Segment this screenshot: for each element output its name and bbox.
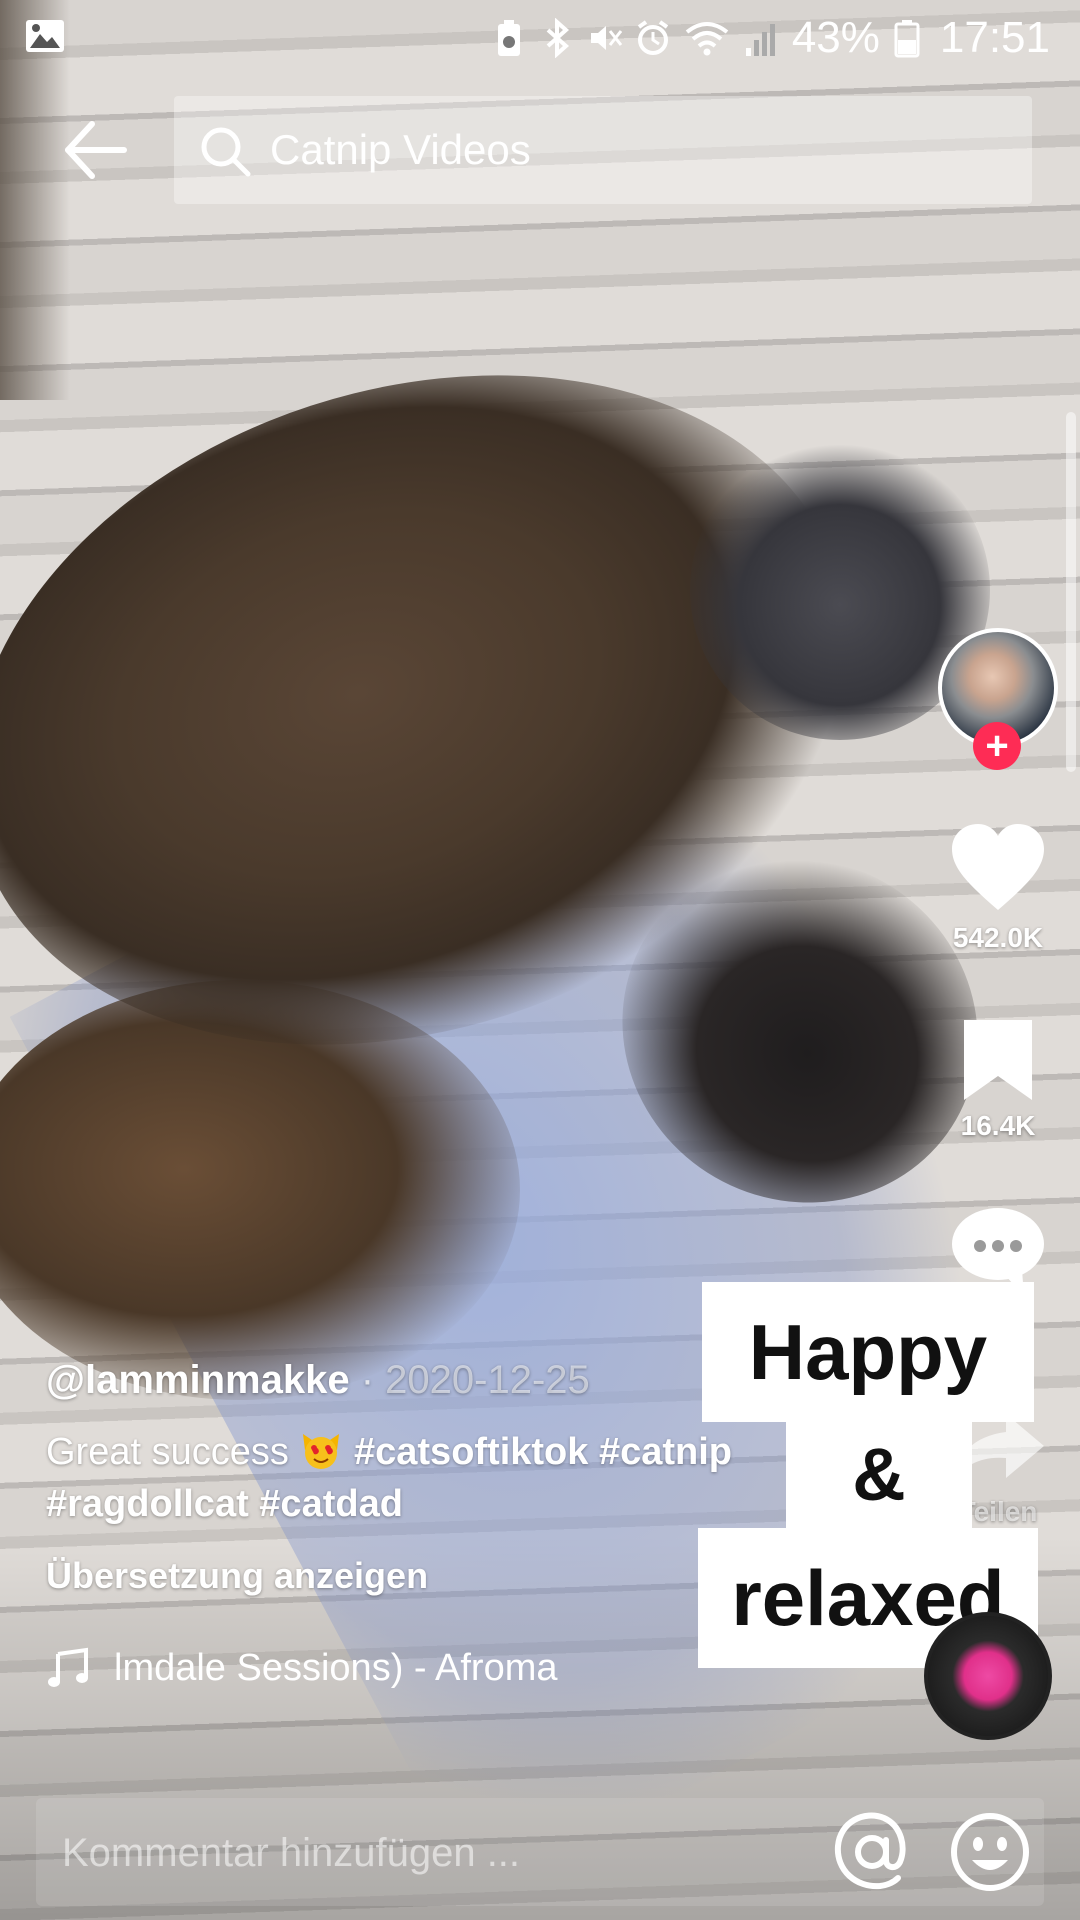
clock: 17:51 <box>939 13 1050 62</box>
wifi-icon <box>685 22 729 56</box>
post-date: 2020-12-25 <box>385 1358 590 1402</box>
translate-link[interactable]: Übersetzung anzeigen <box>46 1550 786 1602</box>
battery-saver-icon <box>497 20 520 56</box>
description-text: Great success <box>46 1431 289 1473</box>
post-description: Great success #catsoftiktok #catnip #rag… <box>46 1426 786 1530</box>
signal-icon <box>745 24 775 56</box>
alarm-icon <box>637 20 668 55</box>
battery-icon <box>894 20 920 58</box>
status-icons: 43% 17:51 <box>492 8 1050 68</box>
music-disc[interactable] <box>924 1612 1052 1740</box>
edge-panel-handle[interactable] <box>1066 412 1076 772</box>
music-title: lmdale Sessions) - Afroma <box>114 1646 558 1689</box>
follow-plus-button[interactable]: + <box>973 722 1021 770</box>
search-query: Catnip Videos <box>270 126 531 173</box>
music-line[interactable]: lmdale Sessions) - Afroma <box>46 1646 604 1690</box>
like-count: 542.0K <box>952 922 1044 953</box>
separator: · <box>360 1358 375 1402</box>
music-note-icon <box>48 1647 88 1687</box>
search-icon <box>201 127 251 177</box>
heart-icon <box>952 824 1044 910</box>
bookmark-icon <box>964 1020 1032 1100</box>
hashtag[interactable]: #catdad <box>259 1483 403 1525</box>
hashtag[interactable]: #ragdollcat <box>46 1483 249 1525</box>
comment-bar <box>36 1798 1044 1906</box>
back-arrow-icon[interactable] <box>60 118 130 182</box>
gallery-icon <box>26 20 64 52</box>
battery-percentage: 43% <box>791 13 880 62</box>
comment-input[interactable] <box>60 1824 824 1882</box>
at-icon[interactable] <box>830 1810 914 1894</box>
search-bar[interactable]: Catnip Videos <box>174 96 1032 204</box>
author-username[interactable]: @lamminmakke <box>46 1358 350 1402</box>
hashtag[interactable]: #catnip <box>599 1431 732 1473</box>
status-bar: 43% 17:51 <box>0 0 1080 76</box>
heart-eyes-cat-emoji-icon <box>303 1434 340 1469</box>
emoji-icon[interactable] <box>948 1810 1032 1894</box>
post-caption: @lamminmakke · 2020-12-25 Great success … <box>46 1352 786 1602</box>
favorite-count: 16.4K <box>960 1110 1036 1141</box>
hashtag[interactable]: #catsoftiktok <box>354 1431 588 1473</box>
favorite-button[interactable]: 16.4K <box>928 1018 1068 1142</box>
sticker-line-2: & <box>786 1420 972 1528</box>
like-button[interactable]: 542.0K <box>928 822 1068 954</box>
mute-icon <box>590 26 622 50</box>
author-line: @lamminmakke · 2020-12-25 <box>46 1352 786 1408</box>
bluetooth-icon <box>546 18 569 58</box>
